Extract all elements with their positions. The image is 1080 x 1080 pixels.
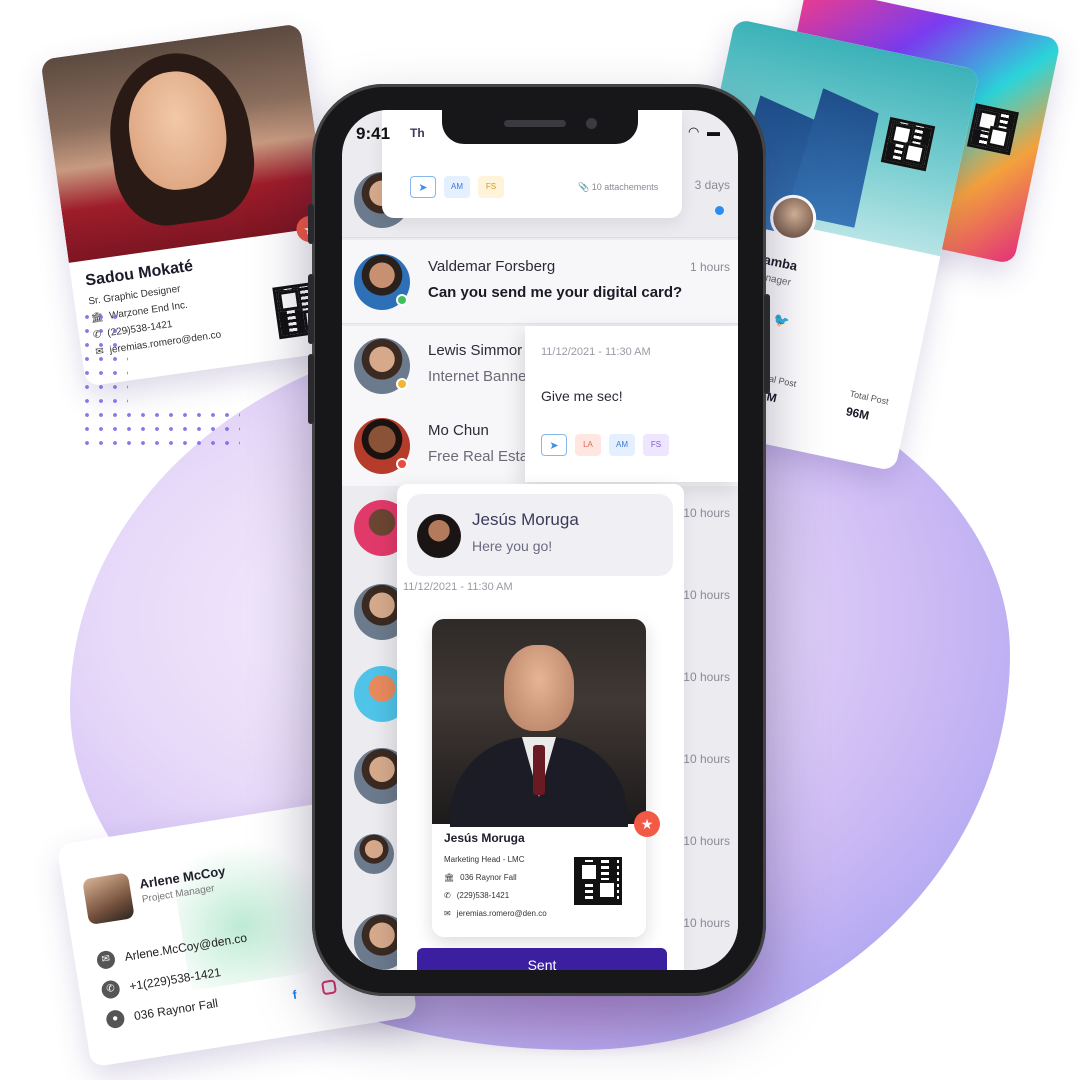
- volume-down-button: [308, 354, 314, 424]
- stat-value: 96M: [844, 404, 871, 423]
- business-card[interactable]: Jesús Moruga Marketing Head - LMC 🏛 036 R…: [432, 619, 646, 937]
- conversation-valdemar[interactable]: Valdemar Forsberg Can you send me your d…: [342, 240, 738, 324]
- notch: [442, 110, 638, 144]
- mail-icon: ✉: [444, 909, 451, 918]
- card-name: Jesús Moruga: [444, 831, 525, 845]
- attachments-count[interactable]: 📎 10 attachements: [578, 182, 658, 193]
- chip-am[interactable]: AM: [444, 176, 470, 198]
- last-message: Can you send me your digital card?: [428, 284, 683, 301]
- chip-fs[interactable]: FS: [643, 434, 669, 456]
- timestamp: 1 hours: [689, 260, 730, 274]
- contact-name: Mo Chun: [428, 422, 489, 439]
- contact-name: Lewis Simmor: [428, 342, 523, 359]
- message-timestamp: 11/12/2021 - 11:30 AM: [541, 346, 651, 358]
- chat-panel: Jesús Moruga Here you go! 11/12/2021 - 1…: [397, 484, 684, 970]
- qr-code: [966, 103, 1020, 156]
- status-time: 9:41: [356, 124, 391, 143]
- phone-icon: ✆: [444, 891, 451, 900]
- contact-name: Valdemar Forsberg: [428, 258, 556, 275]
- reply-text: Here you go!: [472, 538, 553, 554]
- message-text: Give me sec!: [541, 388, 623, 404]
- chip-la[interactable]: LA: [575, 434, 601, 456]
- camera-icon: [586, 118, 597, 129]
- send-icon[interactable]: ➤: [410, 176, 436, 198]
- qr-code: [880, 116, 936, 172]
- card-title: Marketing Head - LMC: [444, 855, 525, 864]
- card-address: ● 036 Raynor Fall: [105, 994, 219, 1030]
- card-email: ✉jeremias.romero@den.co: [444, 909, 547, 918]
- away-indicator: [396, 378, 408, 390]
- avatar: [417, 514, 461, 558]
- paperclip-icon: 📎: [578, 182, 590, 192]
- building-icon: 🏛: [444, 873, 455, 882]
- power-button: [764, 294, 770, 394]
- contact-name: Jesús Moruga: [472, 510, 579, 529]
- card-address: 🏛 036 Raynor Fall: [444, 873, 517, 882]
- profile-photo: [40, 23, 329, 263]
- phone-icon: ✆: [100, 979, 121, 1000]
- card-phone: ✆ +1(229)538-1421: [100, 963, 222, 1000]
- unread-indicator: [715, 206, 724, 215]
- star-icon[interactable]: ★: [634, 811, 660, 837]
- message-popup[interactable]: 11/12/2021 - 11:30 AM Give me sec! ➤ LA …: [525, 326, 738, 482]
- last-message: Free Real Estat: [428, 448, 533, 465]
- phone-screen: 10 hours 10 hours 10 hours 10 hours 10 h…: [342, 110, 738, 970]
- chip-am[interactable]: AM: [609, 434, 635, 456]
- chat-header[interactable]: Jesús Moruga Here you go!: [407, 494, 673, 576]
- online-indicator: [396, 294, 408, 306]
- card-photo: [432, 619, 646, 827]
- battery-icon: ▬: [707, 124, 722, 139]
- mute-button: [308, 204, 314, 244]
- card-phone: ✆(229)538-1421: [444, 891, 510, 900]
- chat-timestamp: 11/12/2021 - 11:30 AM: [403, 581, 513, 593]
- wifi-icon: ◠: [688, 124, 702, 139]
- card-name: amba: [762, 251, 799, 274]
- speaker: [504, 120, 566, 127]
- volume-up-button: [308, 274, 314, 344]
- timestamp: 3 days: [694, 178, 730, 192]
- qr-code: [574, 857, 622, 905]
- twitter-icon[interactable]: 🐦: [772, 311, 791, 330]
- location-icon: ●: [105, 1008, 126, 1030]
- mail-icon: ✉: [95, 949, 117, 971]
- facebook-icon[interactable]: f: [292, 988, 298, 1002]
- chip-fs[interactable]: FS: [478, 176, 504, 198]
- sent-button[interactable]: Sent: [417, 948, 667, 970]
- avatar: [82, 872, 135, 926]
- instagram-icon[interactable]: [321, 979, 338, 996]
- busy-indicator: [396, 458, 408, 470]
- stat-label: Total Post: [848, 388, 890, 407]
- send-icon[interactable]: ➤: [541, 434, 567, 456]
- status-icons: ◠ ▬: [688, 124, 722, 140]
- last-message: Internet Banne: [428, 368, 527, 385]
